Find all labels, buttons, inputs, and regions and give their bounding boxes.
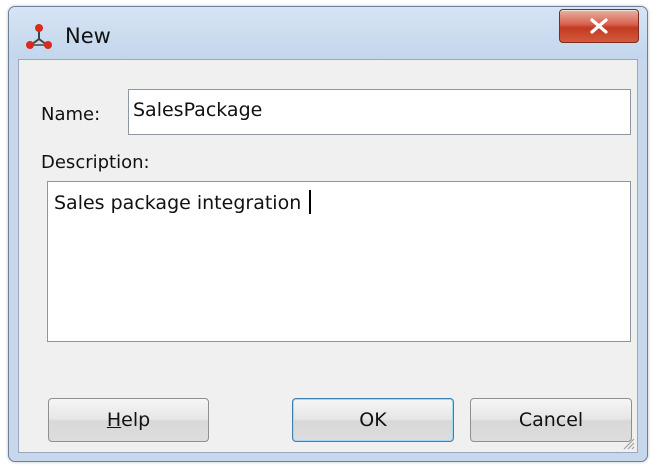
help-mnemonic: H xyxy=(106,409,122,431)
name-input[interactable]: SalesPackage xyxy=(128,89,631,135)
help-button[interactable]: Help xyxy=(48,398,209,442)
description-label: Description: xyxy=(41,152,150,173)
cancel-button[interactable]: Cancel xyxy=(470,398,632,442)
help-button-label: Help xyxy=(107,409,150,431)
title-bar[interactable]: New xyxy=(9,7,647,59)
ok-button[interactable]: OK xyxy=(292,398,454,442)
dialog-content: Name: SalesPackage Description: Sales pa… xyxy=(18,59,638,453)
description-textarea[interactable]: Sales package integration xyxy=(47,181,631,342)
network-nodes-icon xyxy=(26,24,52,49)
close-x-icon xyxy=(590,18,608,34)
resize-grip-icon[interactable] xyxy=(621,436,635,450)
help-label-rest: elp xyxy=(121,409,151,431)
new-dialog-window: New Name: SalesPackage Description: Sale… xyxy=(8,6,648,462)
text-caret xyxy=(309,190,312,214)
window-title: New xyxy=(65,24,111,48)
name-label: Name: xyxy=(41,104,101,125)
close-button[interactable] xyxy=(559,9,639,43)
description-text: Sales package integration xyxy=(54,192,302,214)
